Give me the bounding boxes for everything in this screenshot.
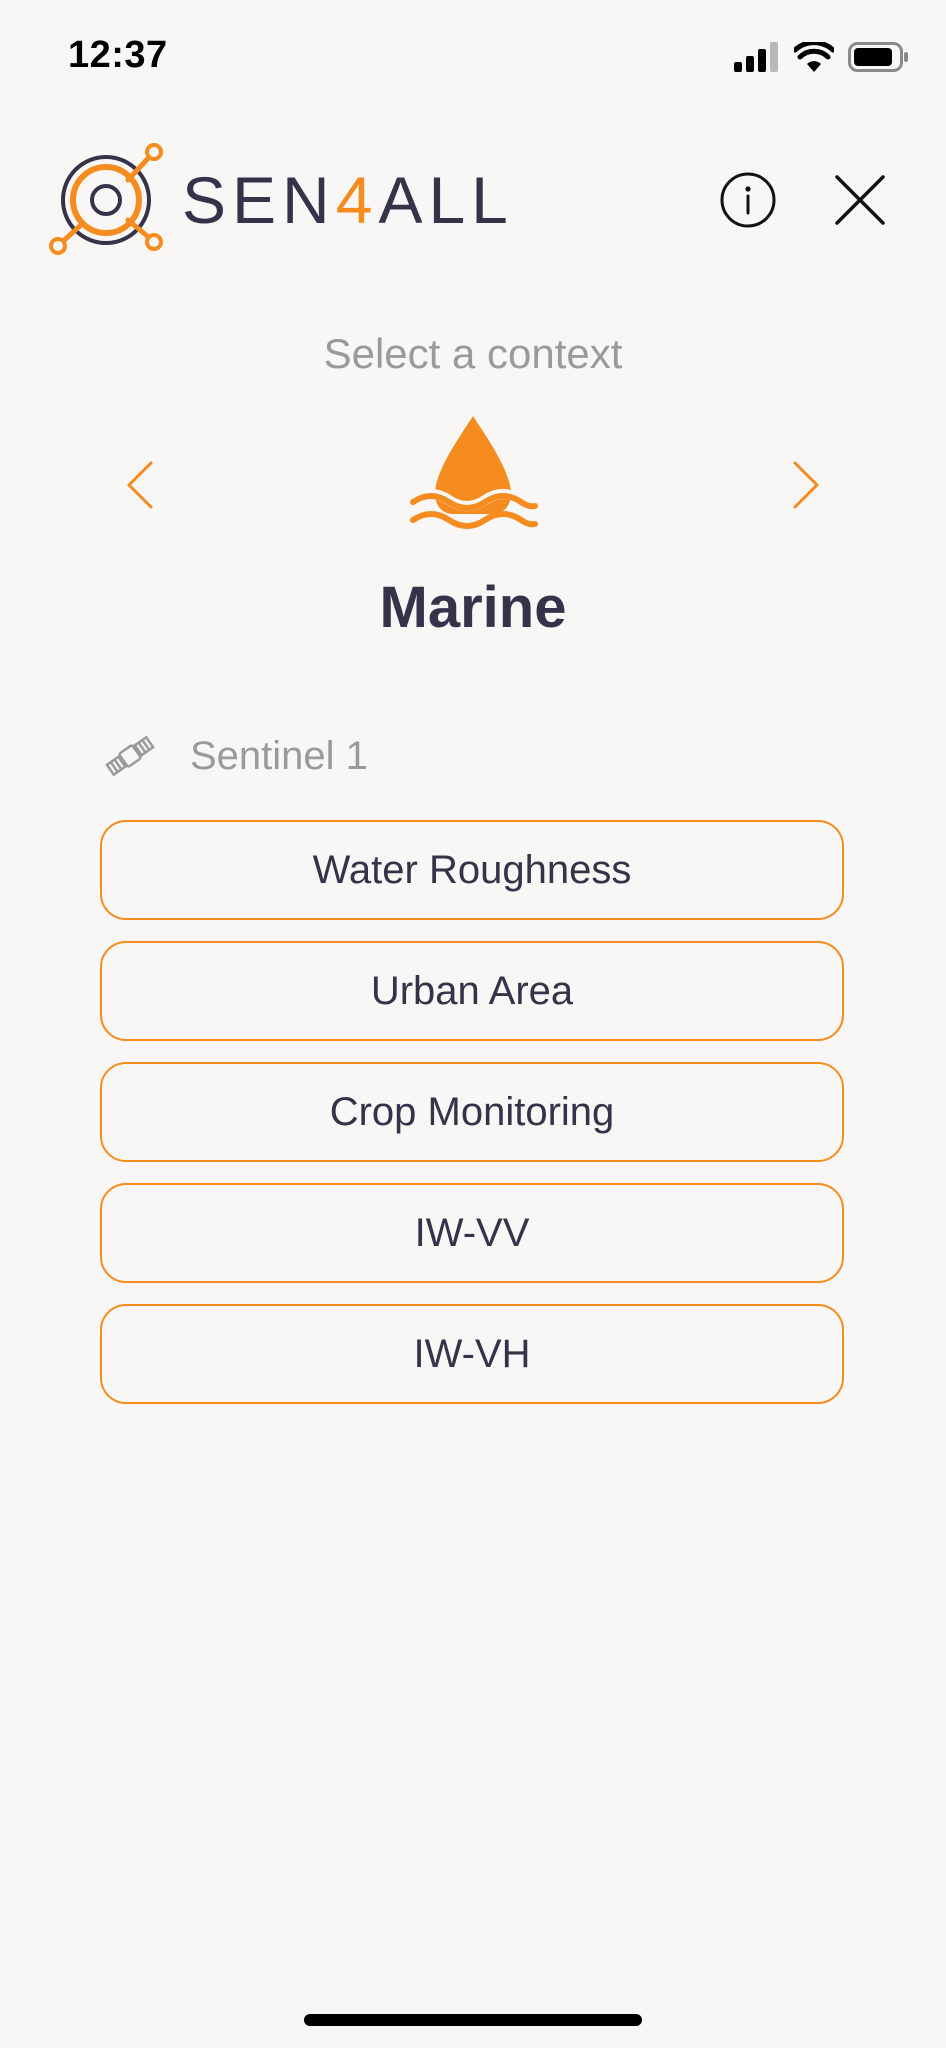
logo-wordmark: SEN4ALL xyxy=(182,162,514,238)
status-time: 12:37 xyxy=(68,34,168,76)
chevron-left-icon xyxy=(127,461,153,509)
sensor-label: Sentinel 1 xyxy=(190,733,368,778)
current-context-name: Marine xyxy=(379,575,567,640)
info-icon xyxy=(720,172,776,228)
sen4all-logo: SEN4ALL xyxy=(48,140,514,260)
chevron-right-icon xyxy=(793,461,819,509)
option-iw-vh-button[interactable]: IW-VH xyxy=(100,1304,844,1404)
option-urban-area-button[interactable]: Urban Area xyxy=(100,941,844,1041)
status-icons xyxy=(734,42,910,72)
status-bar: 12:37 xyxy=(0,0,946,116)
logo-suffix: ALL xyxy=(378,163,514,237)
next-context-button[interactable] xyxy=(776,450,836,520)
cellular-signal-icon xyxy=(734,42,778,72)
option-crop-monitoring-button[interactable]: Crop Monitoring xyxy=(100,1062,844,1162)
sensor-header: Sentinel 1 xyxy=(104,730,368,782)
previous-context-button[interactable] xyxy=(110,450,170,520)
home-indicator[interactable] xyxy=(304,2014,642,2026)
wifi-icon xyxy=(794,42,834,72)
close-button[interactable] xyxy=(824,164,896,236)
option-water-roughness-button[interactable]: Water Roughness xyxy=(100,820,844,920)
info-button[interactable] xyxy=(712,164,784,236)
close-icon xyxy=(835,175,885,225)
app-header: SEN4ALL xyxy=(0,140,946,260)
option-iw-vv-button[interactable]: IW-VV xyxy=(100,1183,844,1283)
logo-prefix: SEN xyxy=(182,163,336,237)
logo-target-icon xyxy=(49,143,163,255)
context-carousel xyxy=(0,410,946,550)
battery-icon xyxy=(848,42,908,72)
layer-options-list: Water Roughness Urban Area Crop Monitori… xyxy=(100,820,844,1425)
water-drop-icon xyxy=(408,416,540,529)
logo-accent: 4 xyxy=(335,163,379,237)
context-selector-title: Select a context xyxy=(323,330,623,377)
satellite-icon xyxy=(105,735,155,777)
